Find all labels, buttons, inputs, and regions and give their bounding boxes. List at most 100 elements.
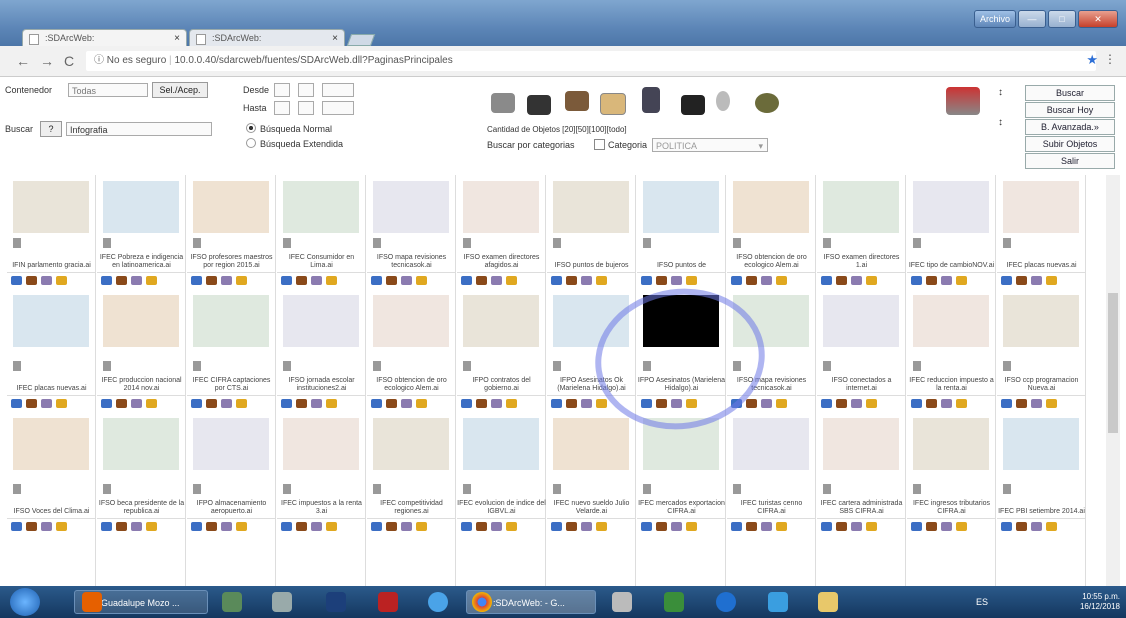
edit-icon[interactable] [11,399,22,408]
download-icon[interactable] [506,522,517,531]
app-icon[interactable] [768,592,788,612]
delete-icon[interactable] [401,399,412,408]
bookmark-star-icon[interactable]: ★ [1086,52,1098,68]
thumbnail-image[interactable] [1003,418,1079,470]
view-icon[interactable] [566,399,577,408]
view-icon[interactable] [386,276,397,285]
thumbnail-image[interactable] [1003,181,1079,233]
thumbnail-image[interactable] [823,181,899,233]
tab-2[interactable]: :SDArcWeb: × [189,29,345,46]
edit-icon[interactable] [101,399,112,408]
download-icon[interactable] [1046,399,1057,408]
app-icon[interactable] [664,592,684,612]
folder-icon[interactable] [818,592,838,612]
delete-icon[interactable] [1031,399,1042,408]
desde-month[interactable] [298,83,314,97]
back-icon[interactable]: ← [16,53,30,69]
result-item[interactable]: IFEC Pobreza e indigencia en latinoameri… [97,175,186,273]
edit-icon[interactable] [371,276,382,285]
delete-icon[interactable] [401,276,412,285]
download-icon[interactable] [236,522,247,531]
categorias-checkbox[interactable] [594,139,605,150]
cluster-icon[interactable] [755,93,779,113]
edit-icon[interactable] [641,522,652,531]
download-icon[interactable] [596,276,607,285]
reload-icon[interactable]: C [64,53,74,69]
view-icon[interactable] [926,276,937,285]
delete-icon[interactable] [941,399,952,408]
photoshop-icon[interactable] [326,592,346,612]
delete-icon[interactable] [671,276,682,285]
thumbnail-image[interactable] [463,418,539,470]
edit-icon[interactable] [101,276,112,285]
result-item[interactable]: IFSO conectados a internet.ai [817,273,906,396]
result-item[interactable]: IFEC placas nuevas.ai [7,273,96,396]
download-icon[interactable] [326,276,337,285]
result-item[interactable]: IFEC reduccion impuesto a la renta.ai [907,273,996,396]
result-item[interactable] [727,519,816,586]
edit-icon[interactable] [821,522,832,531]
download-icon[interactable] [326,399,337,408]
download-icon[interactable] [326,522,337,531]
close-tab-icon[interactable]: × [332,30,338,47]
download-icon[interactable] [866,522,877,531]
new-tab-button[interactable] [346,34,376,46]
result-item[interactable]: IFEC CIFRA captaciones por CTS.ai [187,273,276,396]
search-input[interactable]: Infografia [66,122,212,136]
thumbnail-image[interactable] [463,181,539,233]
sign-icon[interactable] [642,87,660,113]
maximize-icon[interactable]: □ [1048,10,1076,28]
film-icon[interactable] [681,95,705,115]
thumbnail-image[interactable] [553,181,629,233]
delete-icon[interactable] [491,276,502,285]
download-icon[interactable] [506,276,517,285]
language-indicator[interactable]: ES [976,597,988,607]
edit-icon[interactable] [191,522,202,531]
app-icon[interactable] [428,592,448,612]
thumbnail-image[interactable] [193,295,269,347]
view-icon[interactable] [656,276,667,285]
download-icon[interactable] [506,399,517,408]
delete-icon[interactable] [311,399,322,408]
edit-icon[interactable] [1001,276,1012,285]
thumbnail-image[interactable] [823,295,899,347]
view-icon[interactable] [926,399,937,408]
cantidad-label[interactable]: Cantidad de Objetos [20][50][100][todo] [487,125,627,134]
view-icon[interactable] [206,276,217,285]
forward-icon[interactable]: → [40,53,54,69]
view-icon[interactable] [836,399,847,408]
thumbnail-image[interactable] [553,418,629,470]
result-item[interactable]: IFEC competitividad regiones.ai [367,396,456,519]
edit-icon[interactable] [461,522,472,531]
edit-icon[interactable] [191,399,202,408]
view-icon[interactable] [386,399,397,408]
view-icon[interactable] [566,276,577,285]
result-item[interactable]: IFEC placas nuevas.ai [997,175,1086,273]
result-item[interactable]: IFEC evolucion de indice del IGBVL.ai [457,396,546,519]
view-icon[interactable] [476,399,487,408]
view-icon[interactable] [26,522,37,531]
view-icon[interactable] [206,399,217,408]
delete-icon[interactable] [1031,276,1042,285]
result-item[interactable]: IFEC impuestos a la renta 3.ai [277,396,366,519]
view-icon[interactable] [746,522,757,531]
thumbnail-image[interactable] [193,181,269,233]
view-icon[interactable] [386,522,397,531]
delete-icon[interactable] [311,276,322,285]
delete-icon[interactable] [851,399,862,408]
result-item[interactable]: IFEC Consumidor en Lima.ai [277,175,366,273]
desde-year[interactable] [322,83,354,97]
hasta-year[interactable] [322,101,354,115]
thumbnail-image[interactable] [283,295,359,347]
camera-icon[interactable] [491,93,515,113]
edit-icon[interactable] [731,276,742,285]
sort-az-icon[interactable]: ↕ [998,87,1003,98]
edit-icon[interactable] [371,522,382,531]
delete-icon[interactable] [581,522,592,531]
edit-icon[interactable] [371,399,382,408]
thumbnail-image[interactable] [103,418,179,470]
result-item[interactable]: IFSO Voces del Clima.ai [7,396,96,519]
edit-icon[interactable] [1001,399,1012,408]
app-icon[interactable] [222,592,242,612]
view-icon[interactable] [116,399,127,408]
